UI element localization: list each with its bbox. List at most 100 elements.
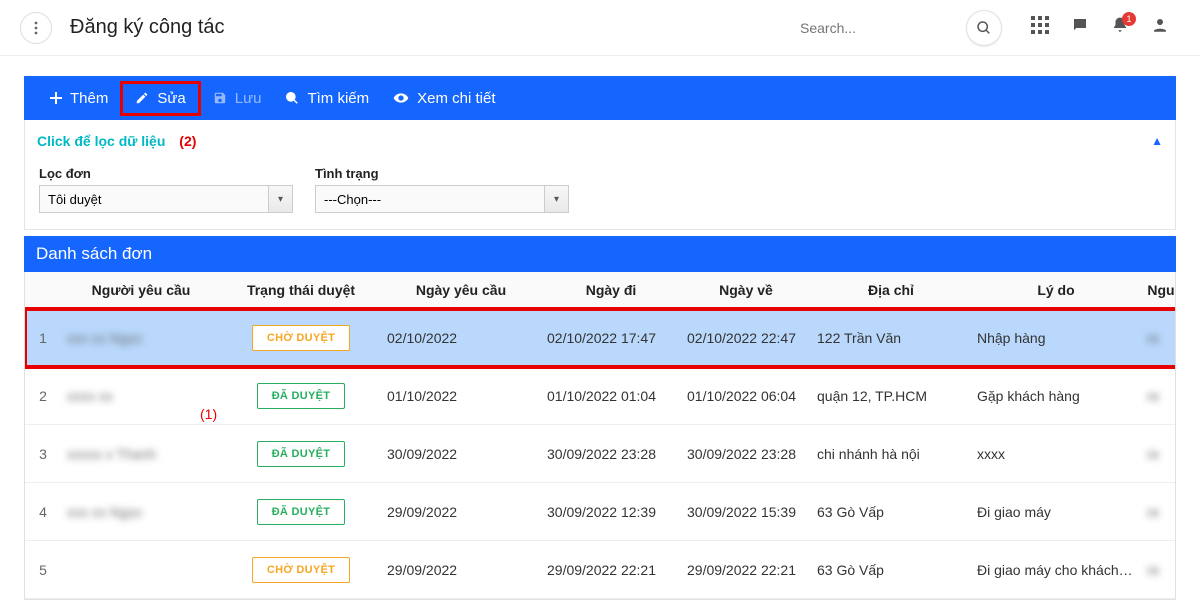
cell-index: 4 (25, 483, 61, 541)
save-icon (213, 91, 227, 105)
annotation-2: (2) (179, 133, 196, 149)
th-request-date[interactable]: Ngày yêu cầu (381, 272, 541, 309)
table-row[interactable]: 1xxx xx NgọcCHỜ DUYỆT02/10/202202/10/202… (25, 309, 1176, 367)
notification-badge: 1 (1122, 12, 1136, 26)
cell-status: ĐÃ DUYỆT (221, 483, 381, 541)
search-icon (976, 20, 992, 36)
cell-back-date: 02/10/2022 22:47 (681, 309, 811, 367)
more-menu-button[interactable] (20, 12, 52, 44)
app-header: Đăng ký công tác 1 (0, 0, 1200, 56)
cell-reason: Đi giao máy (971, 483, 1141, 541)
cell-go-date: 29/09/2022 22:21 (541, 541, 681, 599)
search-icon (285, 91, 299, 105)
cell-request-date: 29/09/2022 (381, 483, 541, 541)
cell-reason: Đi giao máy cho khách acb (971, 541, 1141, 599)
cell-address: quận 12, TP.HCM (811, 367, 971, 425)
add-label: Thêm (70, 90, 108, 107)
cell-last: re (1141, 541, 1176, 599)
cell-back-date: 30/09/2022 15:39 (681, 483, 811, 541)
cell-reason: xxxx (971, 425, 1141, 483)
search-toolbar-button[interactable]: Tìm kiếm (273, 84, 381, 113)
add-button[interactable]: Thêm (38, 84, 120, 113)
th-address[interactable]: Địa chỉ (811, 272, 971, 309)
status-badge: ĐÃ DUYỆT (257, 383, 346, 409)
chevron-down-icon[interactable]: ▾ (269, 185, 293, 213)
cell-back-date: 01/10/2022 06:04 (681, 367, 811, 425)
th-back-date[interactable]: Ngày về (681, 272, 811, 309)
filter-tinhtrang-label: Tình trạng (315, 166, 569, 181)
search-input[interactable] (800, 20, 960, 36)
table-row[interactable]: 5CHỜ DUYỆT29/09/202229/09/2022 22:2129/0… (25, 541, 1176, 599)
cell-requester: xxxx xx (61, 367, 221, 425)
cell-last: re (1141, 425, 1176, 483)
cell-index: 5 (25, 541, 61, 599)
filter-group-tinhtrang: Tình trạng ▾ (315, 164, 569, 213)
annotation-1: (1) (200, 406, 217, 422)
save-button[interactable]: Lưu (201, 84, 274, 113)
th-requester[interactable]: Người yêu cầu (61, 272, 221, 309)
cell-go-date: 30/09/2022 12:39 (541, 483, 681, 541)
cell-index: 2 (25, 367, 61, 425)
cell-address: 122 Trần Văn (811, 309, 971, 367)
cell-reason: Gặp khách hàng (971, 367, 1141, 425)
person-icon (1151, 16, 1169, 34)
status-badge: CHỜ DUYỆT (252, 557, 350, 583)
th-last[interactable]: Ngu (1141, 272, 1176, 309)
eye-icon (393, 90, 409, 106)
cell-back-date: 30/09/2022 23:28 (681, 425, 811, 483)
cell-back-date: 29/09/2022 22:21 (681, 541, 811, 599)
search-label: Tìm kiếm (307, 90, 369, 107)
th-go-date[interactable]: Ngày đi (541, 272, 681, 309)
view-detail-button[interactable]: Xem chi tiết (381, 84, 507, 113)
edit-label: Sửa (157, 90, 185, 107)
cell-requester (61, 541, 221, 599)
action-toolbar: Thêm Sửa Lưu Tìm kiếm Xem chi tiết (24, 76, 1176, 120)
cell-request-date: 01/10/2022 (381, 367, 541, 425)
status-badge: CHỜ DUYỆT (252, 325, 350, 351)
cell-go-date: 02/10/2022 17:47 (541, 309, 681, 367)
cell-address: 63 Gò Vấp (811, 541, 971, 599)
filter-group-lodon: Lọc đơn ▾ (39, 164, 293, 213)
cell-status: CHỜ DUYỆT (221, 541, 381, 599)
view-detail-label: Xem chi tiết (417, 90, 495, 107)
cell-status: ĐÃ DUYỆT (221, 425, 381, 483)
data-table: Người yêu cầu Trạng thái duyệt Ngày yêu … (24, 272, 1176, 600)
page-title: Đăng ký công tác (70, 16, 225, 39)
cell-requester: xxx xx Ngọc (61, 483, 221, 541)
chevron-down-icon[interactable]: ▾ (545, 185, 569, 213)
cell-address: chi nhánh hà nội (811, 425, 971, 483)
filter-lodon-select[interactable] (39, 185, 269, 213)
filter-panel: Click để lọc dữ liệu (2) ▲ Lọc đơn ▾ Tìn… (24, 120, 1176, 230)
apps-button[interactable] (1020, 16, 1060, 39)
table-row[interactable]: 2xxxx xx ĐÃ DUYỆT 01/10/202201/10/2022 01:… (25, 367, 1176, 425)
status-badge: ĐÃ DUYỆT (257, 441, 346, 467)
table-row[interactable]: 3xxxxx x ThanhĐÃ DUYỆT30/09/202230/09/20… (25, 425, 1176, 483)
cell-status: CHỜ DUYỆT (221, 309, 381, 367)
table-header-row: Người yêu cầu Trạng thái duyệt Ngày yêu … (25, 272, 1176, 309)
cell-go-date: 30/09/2022 23:28 (541, 425, 681, 483)
pencil-icon (135, 91, 149, 105)
table-row[interactable]: 4xxx xx NgọcĐÃ DUYỆT29/09/202230/09/2022… (25, 483, 1176, 541)
search-button[interactable] (966, 10, 1002, 46)
filter-toggle[interactable]: Click để lọc dữ liệu (37, 133, 165, 149)
status-badge: ĐÃ DUYỆT (257, 499, 346, 525)
cell-last: re (1141, 309, 1176, 367)
account-button[interactable] (1140, 16, 1180, 39)
cell-request-date: 30/09/2022 (381, 425, 541, 483)
plus-icon (50, 92, 62, 104)
cell-last: re (1141, 367, 1176, 425)
notifications-button[interactable]: 1 (1100, 16, 1140, 39)
cell-request-date: 29/09/2022 (381, 541, 541, 599)
edit-button[interactable]: Sửa (120, 81, 200, 116)
th-reason[interactable]: Lý do (971, 272, 1141, 309)
cell-reason: Nhập hàng (971, 309, 1141, 367)
cell-requester: xxx xx Ngọc (61, 309, 221, 367)
filter-tinhtrang-select[interactable] (315, 185, 545, 213)
chat-button[interactable] (1060, 16, 1100, 39)
collapse-icon[interactable]: ▲ (1151, 134, 1163, 148)
cell-go-date: 01/10/2022 01:04 (541, 367, 681, 425)
th-status[interactable]: Trạng thái duyệt (221, 272, 381, 309)
save-label: Lưu (235, 90, 262, 107)
cell-status: ĐÃ DUYỆT (221, 367, 381, 425)
cell-address: 63 Gò Vấp (811, 483, 971, 541)
